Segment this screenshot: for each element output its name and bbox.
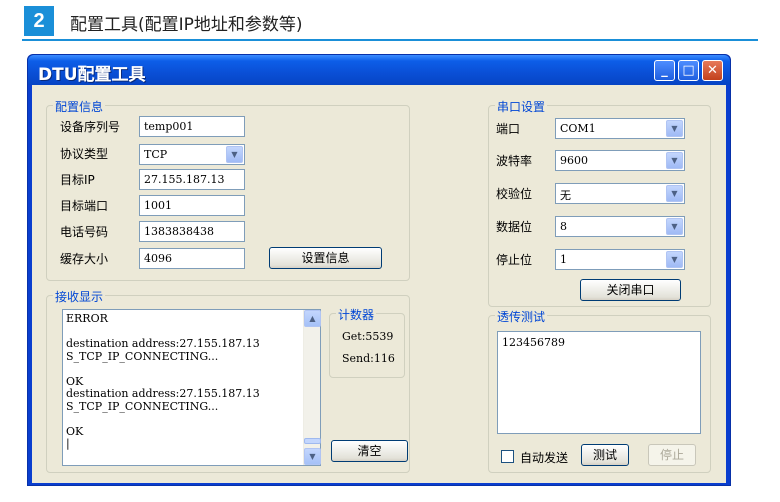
receive-display-group: 接收显示 ERROR destination address:27.155.18… (46, 288, 410, 473)
target-port-input[interactable]: 1001 (139, 195, 245, 216)
databits-select[interactable]: 8 ▼ (555, 216, 685, 237)
scroll-down-icon[interactable]: ▼ (304, 448, 321, 465)
baud-select[interactable]: 9600 ▼ (555, 150, 685, 171)
parity-value: 无 (560, 189, 571, 202)
counter-title: 计数器 (336, 306, 377, 323)
parity-select[interactable]: 无 ▼ (555, 183, 685, 204)
phone-label: 电话号码 (60, 225, 109, 239)
minimize-button[interactable]: _ (654, 60, 675, 81)
set-info-button[interactable]: 设置信息 (269, 247, 382, 269)
receive-text: ERROR destination address:27.155.187.13 … (66, 312, 260, 450)
dtu-config-window: DTU配置工具 _ □ ✕ 配置信息 设备序列号 temp001 协议类型 TC… (27, 54, 731, 486)
title-bar[interactable]: DTU配置工具 _ □ ✕ (28, 55, 730, 85)
stopbits-label: 停止位 (496, 253, 533, 267)
receive-display-title: 接收显示 (53, 288, 106, 305)
port-value: COM1 (560, 122, 596, 135)
cache-label: 缓存大小 (60, 252, 109, 266)
minimize-icon: _ (661, 63, 668, 78)
parity-label: 校验位 (496, 187, 533, 201)
target-ip-input[interactable]: 27.155.187.13 (139, 169, 245, 190)
databits-value: 8 (560, 220, 567, 233)
port-select[interactable]: COM1 ▼ (555, 118, 685, 139)
serial-label: 设备序列号 (60, 120, 121, 134)
section-title: 配置工具(配置IP地址和参数等) (70, 15, 303, 35)
protocol-value: TCP (144, 148, 168, 161)
chevron-down-icon[interactable]: ▼ (666, 251, 683, 268)
phone-input[interactable]: 1383838438 (139, 221, 245, 242)
serial-settings-group: 串口设置 端口 COM1 ▼ 波特率 9600 ▼ 校验位 无 ▼ 数据位 8 … (488, 98, 711, 307)
passthrough-test-title: 透传测试 (495, 308, 548, 325)
passthrough-textarea[interactable]: 123456789 (497, 331, 701, 434)
serial-input[interactable]: temp001 (139, 116, 245, 137)
chevron-down-icon[interactable]: ▼ (666, 152, 683, 169)
stopbits-value: 1 (560, 253, 567, 266)
section-number-badge: 2 (24, 6, 54, 36)
protocol-label: 协议类型 (60, 147, 109, 161)
scroll-up-icon[interactable]: ▲ (304, 310, 321, 327)
passthrough-text: 123456789 (502, 336, 565, 349)
config-info-group: 配置信息 设备序列号 temp001 协议类型 TCP ▼ 目标IP 27.15… (46, 98, 410, 281)
cache-input[interactable]: 4096 (139, 248, 245, 269)
close-port-button[interactable]: 关闭串口 (580, 279, 681, 301)
get-count: Get:5539 (342, 330, 394, 343)
chevron-down-icon[interactable]: ▼ (666, 120, 683, 137)
protocol-select[interactable]: TCP ▼ (139, 144, 245, 165)
serial-settings-title: 串口设置 (495, 98, 548, 115)
clear-button[interactable]: 清空 (331, 440, 408, 462)
chevron-down-icon[interactable]: ▼ (666, 185, 683, 202)
maximize-button[interactable]: □ (678, 60, 699, 81)
baud-value: 9600 (560, 154, 588, 167)
chevron-down-icon[interactable]: ▼ (226, 146, 243, 163)
baud-label: 波特率 (496, 154, 533, 168)
passthrough-test-group: 透传测试 123456789 自动发送 测试 停止 (488, 308, 711, 473)
stop-button[interactable]: 停止 (648, 444, 696, 466)
stopbits-select[interactable]: 1 ▼ (555, 249, 685, 270)
chevron-down-icon[interactable]: ▼ (666, 218, 683, 235)
receive-scrollbar[interactable]: ▲ ▼ (303, 310, 321, 465)
target-ip-label: 目标IP (60, 173, 95, 187)
window-title: DTU配置工具 (38, 65, 146, 85)
counter-group: 计数器 Get:5539 Send:116 (329, 306, 405, 378)
close-button[interactable]: ✕ (702, 60, 723, 81)
window-client-area: 配置信息 设备序列号 temp001 协议类型 TCP ▼ 目标IP 27.15… (32, 85, 726, 483)
maximize-icon: □ (682, 63, 695, 78)
target-port-label: 目标端口 (60, 199, 109, 213)
auto-send-checkbox[interactable] (501, 450, 514, 463)
receive-textarea[interactable]: ERROR destination address:27.155.187.13 … (62, 309, 321, 466)
section-divider (22, 39, 758, 41)
send-count: Send:116 (342, 352, 395, 365)
databits-label: 数据位 (496, 220, 533, 234)
config-info-title: 配置信息 (53, 98, 106, 115)
auto-send-label: 自动发送 (520, 451, 569, 465)
port-label: 端口 (496, 122, 521, 136)
test-button[interactable]: 测试 (581, 444, 629, 466)
scroll-thumb[interactable] (304, 438, 321, 444)
close-icon: ✕ (707, 63, 718, 78)
